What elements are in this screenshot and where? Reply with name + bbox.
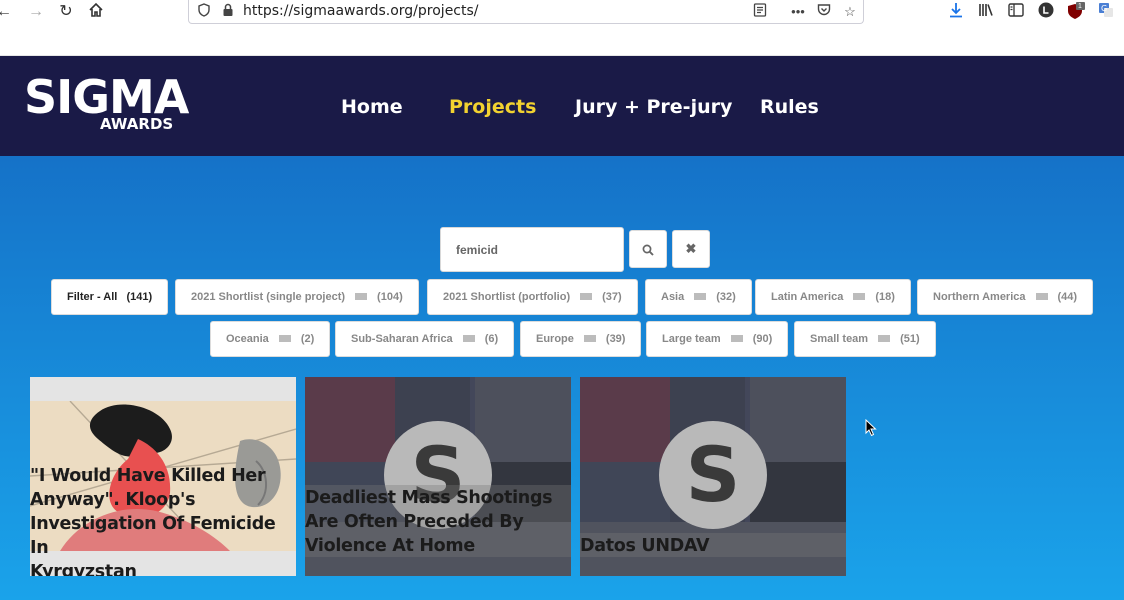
filter-swatch [580,292,593,300]
filter-count: (6) [484,333,499,345]
site-header: SIGMA AWARDS Home Projects Jury + Pre-ju… [0,56,1124,156]
filter-small-team[interactable]: Small team (51) [794,321,936,357]
url-text[interactable]: https://sigmaawards.org/projects/ [243,3,479,19]
reload-icon[interactable]: ↻ [56,2,76,22]
filter-count: (90) [752,333,773,345]
shield-icon[interactable] [195,3,213,21]
home-icon[interactable] [86,2,106,22]
title-line: Datos UNDAV [580,536,710,556]
collage-tile [580,462,670,522]
search-button[interactable] [629,230,667,268]
filter-swatch [278,334,291,342]
title-line: "I Would Have Killed Her [30,466,266,486]
filter-swatch [853,292,866,300]
reader-view-icon[interactable] [751,3,769,21]
filter-count: (51) [900,333,920,345]
filter-swatch [730,334,743,342]
sidebar-icon[interactable] [1006,2,1026,22]
nav-projects[interactable]: Projects [449,96,536,118]
filter-2021-shortlist-single[interactable]: 2021 Shortlist (single project) (104) [175,279,419,315]
sigma-awards-logo[interactable]: SIGMA AWARDS [24,74,208,138]
lock-icon[interactable] [219,3,237,21]
clear-search-button[interactable]: ✖ [672,230,710,268]
filter-sub-saharan-africa[interactable]: Sub-Saharan Africa (6) [335,321,515,357]
ublock-badge: 1 [1078,3,1082,10]
filter-count: (37) [602,291,622,303]
project-title[interactable]: Deadliest Mass Shootings Are Often Prece… [305,486,571,558]
nav-home[interactable]: Home [341,96,403,118]
filter-label: Large team [662,333,721,345]
filter-label: Sub-Saharan Africa [351,333,453,345]
filter-label: 2021 Shortlist (single project) [191,291,346,303]
filter-europe[interactable]: Europe (39) [520,321,642,357]
project-title[interactable]: "I Would Have Killed Her Anyway". Kloop'… [30,464,296,576]
filter-latin-america[interactable]: Latin America (18) [755,279,911,315]
filter-swatch [878,334,891,342]
filter-swatch [462,334,475,342]
nav-jury[interactable]: Jury + Pre-jury [575,96,732,118]
svg-text:G: G [1101,4,1107,13]
placeholder-logo: S [659,421,767,529]
filter-swatch [355,292,368,300]
bookmark-star-icon[interactable]: ☆ [841,3,859,21]
collage-tile [580,377,670,462]
project-title[interactable]: Datos UNDAV [580,534,846,558]
download-icon[interactable] [946,2,966,22]
library-icon[interactable] [976,2,996,22]
account-icon[interactable] [1036,2,1056,22]
filter-all[interactable]: Filter - All (141) [51,279,169,315]
back-icon[interactable]: ← [0,2,14,22]
filter-swatch [583,334,596,342]
filter-label: Small team [810,333,869,345]
search-icon [642,244,654,256]
projects-main: ✖ Filter - All (141) 2021 Shortlist (sin… [0,156,1124,600]
title-line: Violence At Home [305,536,475,556]
mouse-cursor-icon [865,418,877,442]
title-line: Deadliest Mass Shootings [305,488,553,508]
translate-icon[interactable]: G [1096,2,1116,22]
filter-label: 2021 Shortlist (portfolio) [443,291,571,303]
nav-rules[interactable]: Rules [760,96,819,118]
filter-large-team[interactable]: Large team (90) [646,321,789,357]
filter-label: Oceania [226,333,269,345]
project-card[interactable]: S Deadliest Mass Shootings Are Often Pre… [305,377,571,576]
filter-label: Filter - All [67,291,118,303]
pocket-icon[interactable] [815,3,833,21]
title-line: Investigation Of Femicide In [30,514,276,558]
project-card[interactable]: S Datos UNDAV [580,377,846,576]
forward-icon[interactable]: → [26,2,46,22]
filter-asia[interactable]: Asia (32) [645,279,752,315]
title-line: Are Often Preceded By [305,512,524,532]
filter-label: Asia [661,291,685,303]
filter-oceania[interactable]: Oceania (2) [210,321,331,357]
filter-count: (104) [377,291,403,303]
title-line: Kyrgyzstan [30,562,137,576]
title-line: Anyway". Kloop's [30,490,196,510]
collage-tile [750,377,846,462]
filter-count: (2) [300,333,315,345]
browser-toolbar: ← → ↻ https://sigmaawards.org/projects/ … [0,0,1124,56]
url-bar[interactable]: https://sigmaawards.org/projects/ ••• ☆ [188,0,864,24]
project-card[interactable]: "I Would Have Killed Her Anyway". Kloop'… [30,377,296,576]
more-actions-icon[interactable]: ••• [789,3,807,21]
filter-swatch [1035,292,1048,300]
ublock-icon[interactable]: 1 [1066,2,1086,22]
filter-count: (141) [126,291,153,303]
filter-count: (18) [875,291,895,303]
collage-tile [305,377,395,462]
logo-sub-text: AWARDS [100,115,174,133]
filter-label: Northern America [933,291,1026,303]
filter-count: (39) [605,333,626,345]
filter-swatch [694,292,707,300]
logo-main-text: SIGMA [24,70,189,124]
filter-label: Europe [536,333,574,345]
collage-tile [475,377,571,462]
filter-northern-america[interactable]: Northern America (44) [917,279,1094,315]
filter-count: (32) [716,291,736,303]
search-input[interactable] [440,227,624,272]
filter-label: Latin America [771,291,844,303]
filter-2021-shortlist-portfolio[interactable]: 2021 Shortlist (portfolio) (37) [427,279,638,315]
close-icon: ✖ [685,241,697,256]
filter-count: (44) [1057,291,1078,303]
